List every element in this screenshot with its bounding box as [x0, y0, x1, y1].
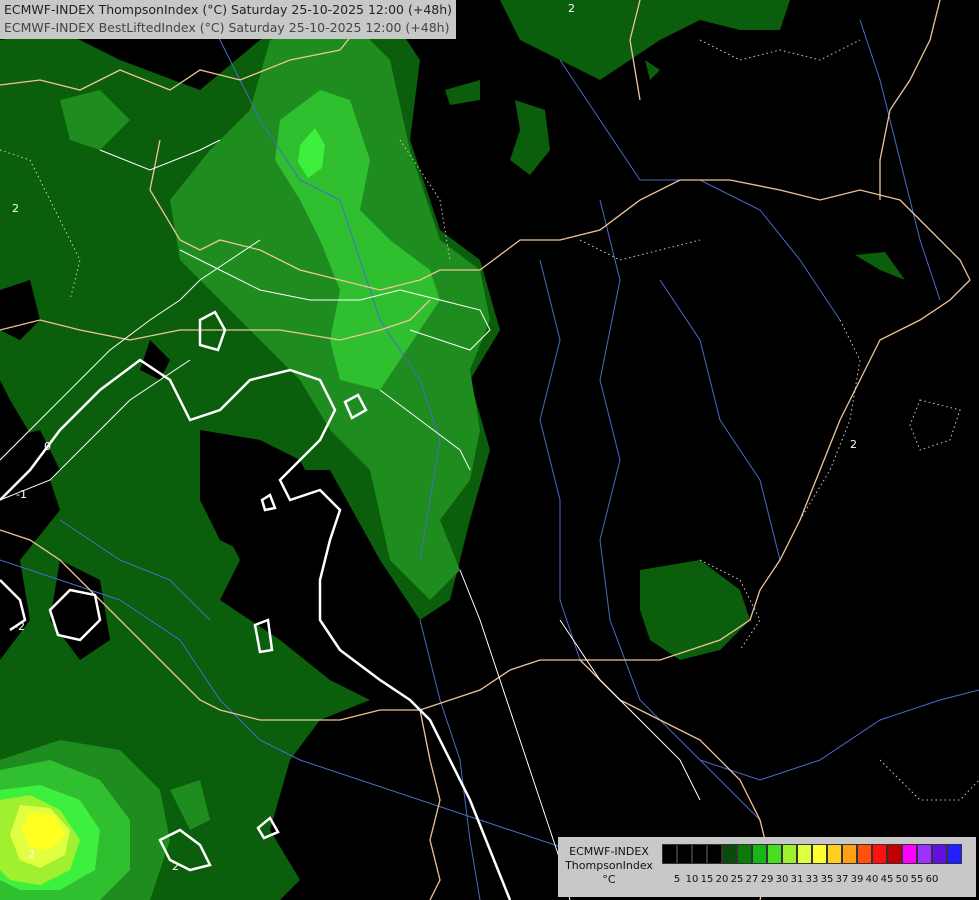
legend-swatch — [692, 844, 707, 864]
title-line-lifted: ECMWF-INDEX BestLiftedIndex (°C) Saturda… — [4, 20, 450, 35]
legend-swatch — [887, 844, 902, 864]
legend-swatch — [947, 844, 962, 864]
contour-label: 2 — [12, 202, 19, 215]
legend-swatch — [827, 844, 842, 864]
legend-parameter: ThompsonIndex — [565, 859, 653, 872]
legend-swatch — [767, 844, 782, 864]
title-line-thompson: ECMWF-INDEX ThompsonIndex (°C) Saturday … — [4, 2, 453, 17]
contour-label: 2 — [850, 438, 857, 451]
legend-swatch — [737, 844, 752, 864]
legend-swatch — [662, 844, 677, 864]
legend-swatch — [857, 844, 872, 864]
contour-label: -1 — [16, 488, 27, 501]
legend-swatch — [842, 844, 857, 864]
map-title: ECMWF-INDEX ThompsonIndex (°C) Saturday … — [0, 0, 457, 39]
legend-swatch — [797, 844, 812, 864]
color-legend: ECMWF-INDEX ThompsonIndex °C 5 10 15 20 25 27… — [558, 837, 976, 897]
legend-swatch — [722, 844, 737, 864]
legend-title: ECMWF-INDEX ThompsonIndex °C — [561, 845, 657, 887]
legend-swatch — [782, 844, 797, 864]
legend-swatch — [872, 844, 887, 864]
weather-map: 2 2 2 0 -1 -2 2 2 — [0, 0, 979, 900]
contour-label: 2 — [172, 860, 179, 873]
legend-swatch — [812, 844, 827, 864]
legend-source: ECMWF-INDEX — [569, 845, 649, 858]
legend-swatch — [707, 844, 722, 864]
contour-label: 0 — [44, 440, 51, 453]
contour-label: 2 — [568, 2, 575, 15]
legend-swatch — [752, 844, 767, 864]
legend-swatch — [677, 844, 692, 864]
legend-swatch — [932, 844, 947, 864]
legend-tick-label: 60 — [925, 874, 939, 885]
contour-label: 2 — [28, 848, 35, 861]
legend-swatch — [917, 844, 932, 864]
legend-unit: °C — [602, 873, 616, 886]
contour-label: -2 — [14, 620, 25, 633]
legend-swatch — [902, 844, 917, 864]
